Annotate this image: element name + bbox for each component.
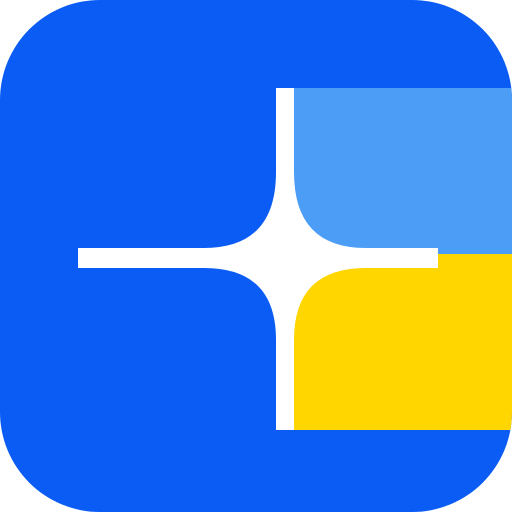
top-right-panel [294,88,512,254]
bottom-right-panel [294,254,512,430]
icon-canvas [0,0,512,512]
app-icon[interactable] [0,0,512,512]
